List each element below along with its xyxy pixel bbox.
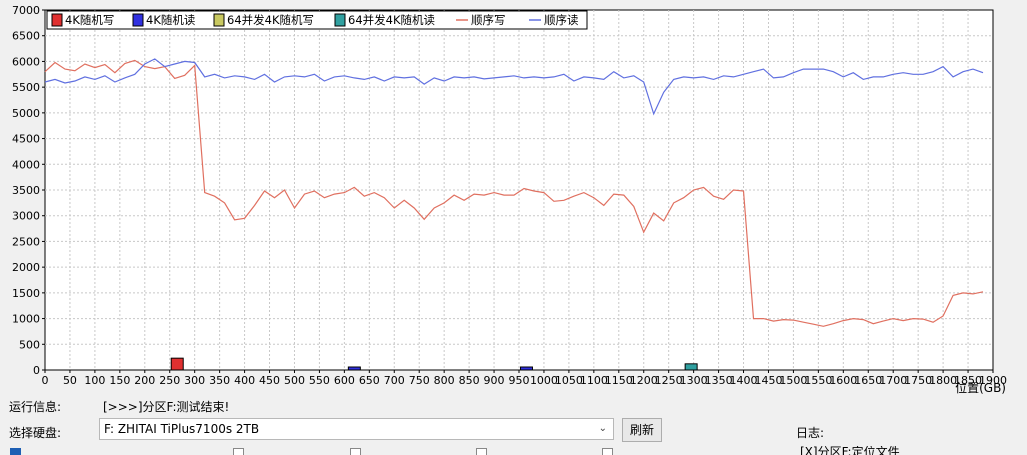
y-tick-label: 2500: [12, 235, 40, 248]
x-tick-label: 1200: [630, 374, 658, 387]
y-tick-label: 4500: [12, 133, 40, 146]
x-tick-label: 900: [484, 374, 505, 387]
y-tick-label: 4000: [12, 158, 40, 171]
log-text: [X]分区F:定位文件: [800, 446, 900, 455]
y-tick-label: 7000: [12, 4, 40, 17]
y-tick-label: 3500: [12, 184, 40, 197]
legend-label: 4K随机读: [146, 13, 196, 27]
x-tick-label: 1050: [555, 374, 583, 387]
legend-swatch-box: [132, 13, 144, 27]
marker-bar: [684, 363, 698, 371]
x-tick-label: 700: [384, 374, 405, 387]
x-tick-label: 800: [434, 374, 455, 387]
x-tick-label: 1350: [705, 374, 733, 387]
log-label: 日志:: [796, 426, 825, 440]
y-tick-label: 6500: [12, 30, 40, 43]
y-tick-label: 5500: [12, 81, 40, 94]
y-tick-label: 6000: [12, 55, 40, 68]
marker-bar: [170, 357, 184, 371]
x-tick-label: 100: [84, 374, 105, 387]
x-tick-label: 1600: [829, 374, 857, 387]
x-tick-label: 750: [409, 374, 430, 387]
option-checkbox[interactable]: [476, 448, 487, 455]
y-tick-label: 3000: [12, 210, 40, 223]
x-tick-label: 1550: [804, 374, 832, 387]
x-tick-label: 1650: [854, 374, 882, 387]
x-tick-label: 400: [234, 374, 255, 387]
legend-label: 4K随机写: [65, 13, 114, 27]
x-tick-label: 350: [209, 374, 230, 387]
y-tick-label: 0: [33, 364, 40, 377]
marker-bar: [519, 366, 533, 371]
legend-swatch-box: [51, 13, 63, 27]
status-label: 运行信息:: [9, 400, 62, 414]
x-tick-label: 1100: [580, 374, 608, 387]
x-tick-label: 1800: [929, 374, 957, 387]
y-tick-label: 5000: [12, 107, 40, 120]
chart: 0500100015002000250030003500400045005000…: [12, 4, 1007, 395]
option-checkbox[interactable]: [10, 448, 21, 455]
x-tick-label: 300: [184, 374, 205, 387]
drive-select[interactable]: F: ZHITAI TiPlus7100s 2TB ⌄: [99, 418, 614, 440]
x-tick-label: 0: [42, 374, 49, 387]
y-tick-label: 1000: [12, 313, 40, 326]
x-tick-label: 1450: [754, 374, 782, 387]
x-tick-label: 450: [259, 374, 280, 387]
option-checkbox[interactable]: [233, 448, 244, 455]
x-tick-label: 600: [334, 374, 355, 387]
option-checkbox[interactable]: [350, 448, 361, 455]
chevron-down-icon: ⌄: [598, 423, 607, 434]
x-tick-label: 1750: [904, 374, 932, 387]
y-tick-label: 2000: [12, 261, 40, 274]
options-strip: [X]分区F:定位文件: [0, 446, 1027, 455]
x-tick-label: 1150: [605, 374, 633, 387]
x-tick-label: 1400: [730, 374, 758, 387]
legend-label: 顺序读: [544, 13, 579, 27]
marker-bar: [347, 366, 361, 371]
legend-swatch-box: [334, 13, 346, 27]
x-tick-label: 650: [359, 374, 380, 387]
status-text: [>>>]分区F:测试结束!: [103, 400, 230, 414]
legend-label: 64并发4K随机读: [348, 13, 435, 27]
x-tick-label: 200: [134, 374, 155, 387]
legend-swatch-box: [213, 13, 225, 27]
drive-select-value: F: ZHITAI TiPlus7100s 2TB: [104, 422, 260, 436]
y-tick-label: 500: [19, 338, 40, 351]
x-tick-label: 1500: [779, 374, 807, 387]
x-tick-label: 50: [63, 374, 77, 387]
x-tick-label: 1250: [655, 374, 683, 387]
x-tick-label: 1700: [879, 374, 907, 387]
x-tick-label: 550: [309, 374, 330, 387]
y-tick-label: 1500: [12, 287, 40, 300]
x-tick-label: 1000: [530, 374, 558, 387]
x-tick-label: 1300: [680, 374, 708, 387]
option-checkbox[interactable]: [602, 448, 613, 455]
x-tick-label: 500: [284, 374, 305, 387]
x-tick-label: 950: [509, 374, 530, 387]
x-tick-label: 250: [159, 374, 180, 387]
x-axis-label: 位置(GB): [955, 380, 1006, 395]
legend-label: 顺序写: [471, 13, 506, 27]
refresh-button[interactable]: 刷新: [622, 418, 662, 442]
x-tick-label: 850: [459, 374, 480, 387]
drive-label: 选择硬盘:: [9, 426, 62, 440]
x-tick-label: 150: [109, 374, 130, 387]
legend-label: 64并发4K随机写: [227, 13, 314, 27]
legend-box: [46, 10, 588, 30]
